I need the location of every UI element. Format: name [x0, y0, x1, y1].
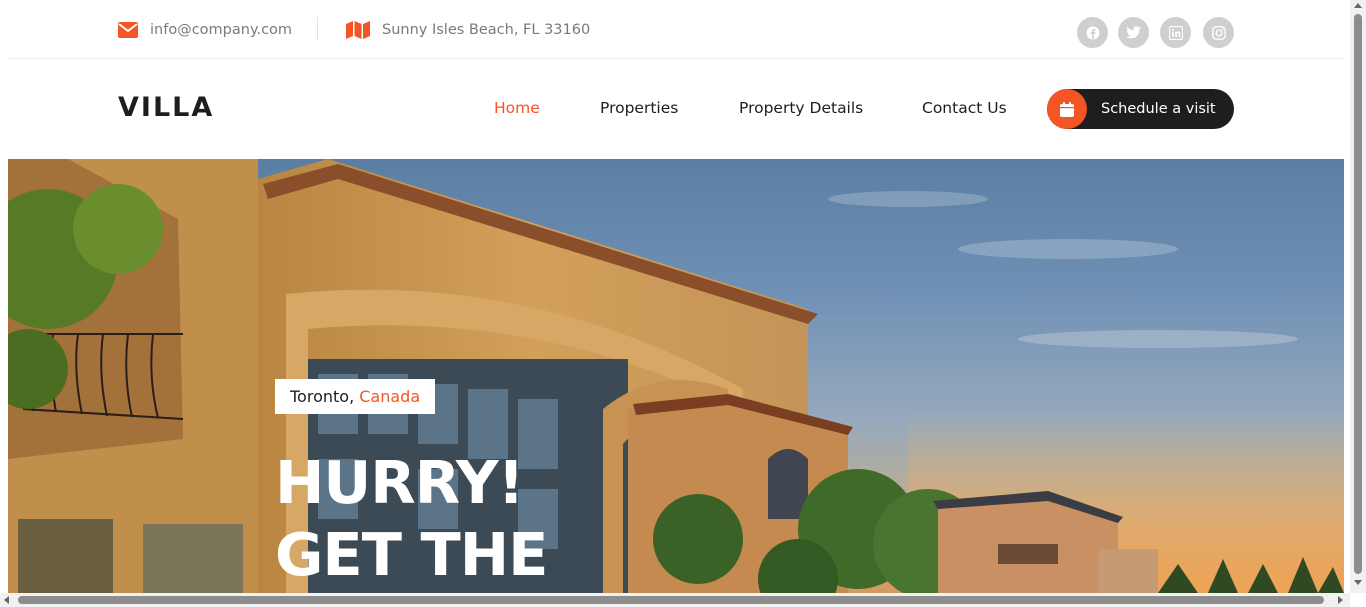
hero-background-image — [8, 159, 1344, 593]
envelope-icon — [118, 22, 138, 38]
vertical-scroll-thumb[interactable] — [1354, 14, 1362, 574]
scroll-right-arrow-icon[interactable] — [1338, 596, 1343, 604]
address-text: Sunny Isles Beach, FL 33160 — [382, 22, 591, 38]
instagram-link[interactable] — [1203, 17, 1234, 48]
vertical-scrollbar[interactable] — [1350, 0, 1366, 593]
instagram-icon — [1211, 25, 1226, 40]
hero-title: HURRY! GET THE — [275, 447, 548, 591]
nav-contact-us[interactable]: Contact Us — [922, 99, 1007, 117]
site-logo[interactable]: VILLA — [118, 92, 214, 123]
twitter-link[interactable] — [1118, 17, 1149, 48]
schedule-visit-label: Schedule a visit — [1101, 101, 1216, 117]
linkedin-icon — [1168, 25, 1183, 40]
divider — [317, 17, 318, 41]
nav-properties[interactable]: Properties — [600, 99, 678, 117]
location-country: Canada — [359, 387, 421, 406]
twitter-icon — [1126, 26, 1141, 39]
email-text: info@company.com — [150, 22, 293, 38]
address-contact: Sunny Isles Beach, FL 33160 — [346, 19, 590, 41]
map-icon — [346, 21, 370, 39]
horizontal-scroll-thumb[interactable] — [18, 596, 1324, 604]
scroll-left-arrow-icon[interactable] — [4, 596, 9, 604]
linkedin-link[interactable] — [1160, 17, 1191, 48]
nav-home[interactable]: Home — [494, 99, 540, 117]
location-city: Toronto, — [290, 387, 355, 406]
scroll-down-arrow-icon[interactable] — [1354, 580, 1362, 585]
schedule-visit-button[interactable]: Schedule a visit — [1047, 89, 1234, 129]
top-info-bar: info@company.com Sunny Isles Beach, FL 3… — [8, 0, 1344, 59]
hero-banner: Toronto, Canada HURRY! GET THE — [8, 159, 1344, 593]
hero-title-line-1: HURRY! — [275, 448, 525, 517]
hero-title-line-2: GET THE — [275, 520, 548, 589]
calendar-icon — [1047, 89, 1087, 129]
email-contact[interactable]: info@company.com — [118, 19, 292, 41]
main-navbar: VILLA Home Properties Property Details C… — [8, 59, 1344, 159]
nav-property-details[interactable]: Property Details — [739, 99, 863, 117]
facebook-link[interactable] — [1077, 17, 1108, 48]
scroll-up-arrow-icon[interactable] — [1354, 3, 1362, 8]
facebook-icon — [1086, 26, 1099, 39]
horizontal-scrollbar[interactable] — [0, 593, 1350, 607]
location-badge: Toronto, Canada — [275, 379, 436, 414]
